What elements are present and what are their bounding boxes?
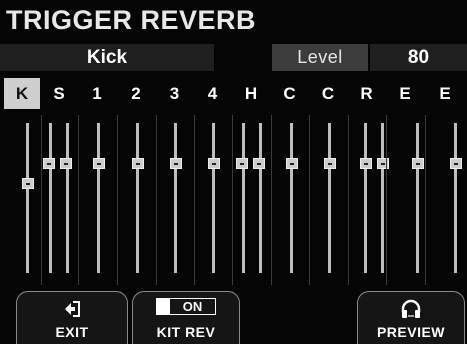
toggle-indicator bbox=[157, 299, 170, 314]
fader-column[interactable] bbox=[271, 115, 309, 285]
fader-knob[interactable] bbox=[286, 158, 298, 169]
parameter-label: Level bbox=[272, 44, 368, 71]
preview-label: PREVIEW bbox=[376, 324, 446, 340]
fader-column[interactable] bbox=[156, 115, 194, 285]
exit-button[interactable]: EXIT bbox=[16, 291, 128, 344]
fader-track bbox=[242, 123, 245, 273]
fader-column[interactable] bbox=[117, 115, 155, 285]
kit-info-bar: Kick Level 80 bbox=[0, 44, 467, 71]
fader-track bbox=[174, 123, 177, 273]
fader-knob[interactable] bbox=[450, 158, 462, 169]
fader-track bbox=[259, 123, 262, 273]
kit-rev-label: KIT REV bbox=[156, 324, 216, 340]
pad-tab[interactable]: 3 bbox=[156, 78, 193, 109]
fader-track bbox=[97, 123, 100, 273]
fader-column[interactable] bbox=[78, 115, 116, 285]
parameter-value[interactable]: 80 bbox=[370, 44, 467, 71]
pad-tab[interactable]: C bbox=[309, 78, 347, 109]
fader-knob[interactable] bbox=[22, 178, 34, 189]
fader-knob[interactable] bbox=[132, 158, 144, 169]
pad-tab[interactable]: 2 bbox=[117, 78, 155, 109]
fader-knob[interactable] bbox=[43, 158, 55, 169]
fader-bank bbox=[0, 115, 467, 285]
pad-tab[interactable]: E bbox=[425, 78, 465, 109]
fader-column[interactable] bbox=[41, 115, 79, 285]
headphones-icon bbox=[400, 299, 422, 324]
fader-column[interactable] bbox=[232, 115, 270, 285]
preview-button[interactable]: PREVIEW bbox=[357, 291, 465, 344]
pad-tab[interactable]: K bbox=[4, 78, 40, 109]
pad-tab[interactable]: S bbox=[41, 78, 77, 109]
fader-knob[interactable] bbox=[360, 158, 372, 169]
fader-knob[interactable] bbox=[208, 158, 220, 169]
fader-track bbox=[49, 123, 52, 273]
fader-knob[interactable] bbox=[236, 158, 248, 169]
fader-knob[interactable] bbox=[412, 158, 424, 169]
fader-column[interactable] bbox=[309, 115, 347, 285]
fader-knob[interactable] bbox=[93, 158, 105, 169]
pad-tab[interactable]: 1 bbox=[78, 78, 116, 109]
kit-reverb-toggle-button[interactable]: ON KIT REV bbox=[132, 291, 240, 344]
toggle-state-label: ON bbox=[182, 299, 203, 314]
fader-knob[interactable] bbox=[170, 158, 182, 169]
pad-tab[interactable]: C bbox=[271, 78, 308, 109]
fader-track bbox=[381, 123, 384, 273]
exit-arrow-icon bbox=[62, 299, 82, 324]
fader-column[interactable] bbox=[194, 115, 232, 285]
pad-tab[interactable]: R bbox=[348, 78, 385, 109]
fader-track bbox=[212, 123, 215, 273]
fader-track bbox=[416, 123, 419, 273]
fader-column[interactable] bbox=[348, 115, 389, 285]
pad-tab[interactable]: 4 bbox=[194, 78, 231, 109]
fader-track bbox=[454, 123, 457, 273]
fader-column[interactable] bbox=[425, 115, 467, 285]
pad-tab[interactable]: H bbox=[232, 78, 270, 109]
fader-column[interactable] bbox=[4, 115, 41, 285]
fader-track bbox=[364, 123, 367, 273]
pad-tab-row: K S 1 2 3 4 H C C R E E bbox=[0, 78, 467, 109]
kit-name: Kick bbox=[0, 44, 214, 71]
fader-column[interactable] bbox=[386, 115, 424, 285]
trigger-reverb-screen: TRIGGER REVERB Kick Level 80 K S 1 2 3 4… bbox=[0, 0, 467, 344]
fader-track bbox=[290, 123, 293, 273]
fader-track bbox=[328, 123, 331, 273]
exit-label: EXIT bbox=[55, 324, 89, 340]
fader-track bbox=[66, 123, 69, 273]
fader-knob[interactable] bbox=[60, 158, 72, 169]
reverb-toggle-switch[interactable]: ON bbox=[156, 298, 216, 315]
fader-track bbox=[136, 123, 139, 273]
fader-knob[interactable] bbox=[253, 158, 265, 169]
pad-tab[interactable]: E bbox=[386, 78, 424, 109]
fader-track bbox=[26, 123, 29, 273]
page-title: TRIGGER REVERB bbox=[6, 5, 257, 35]
fader-knob[interactable] bbox=[324, 158, 336, 169]
